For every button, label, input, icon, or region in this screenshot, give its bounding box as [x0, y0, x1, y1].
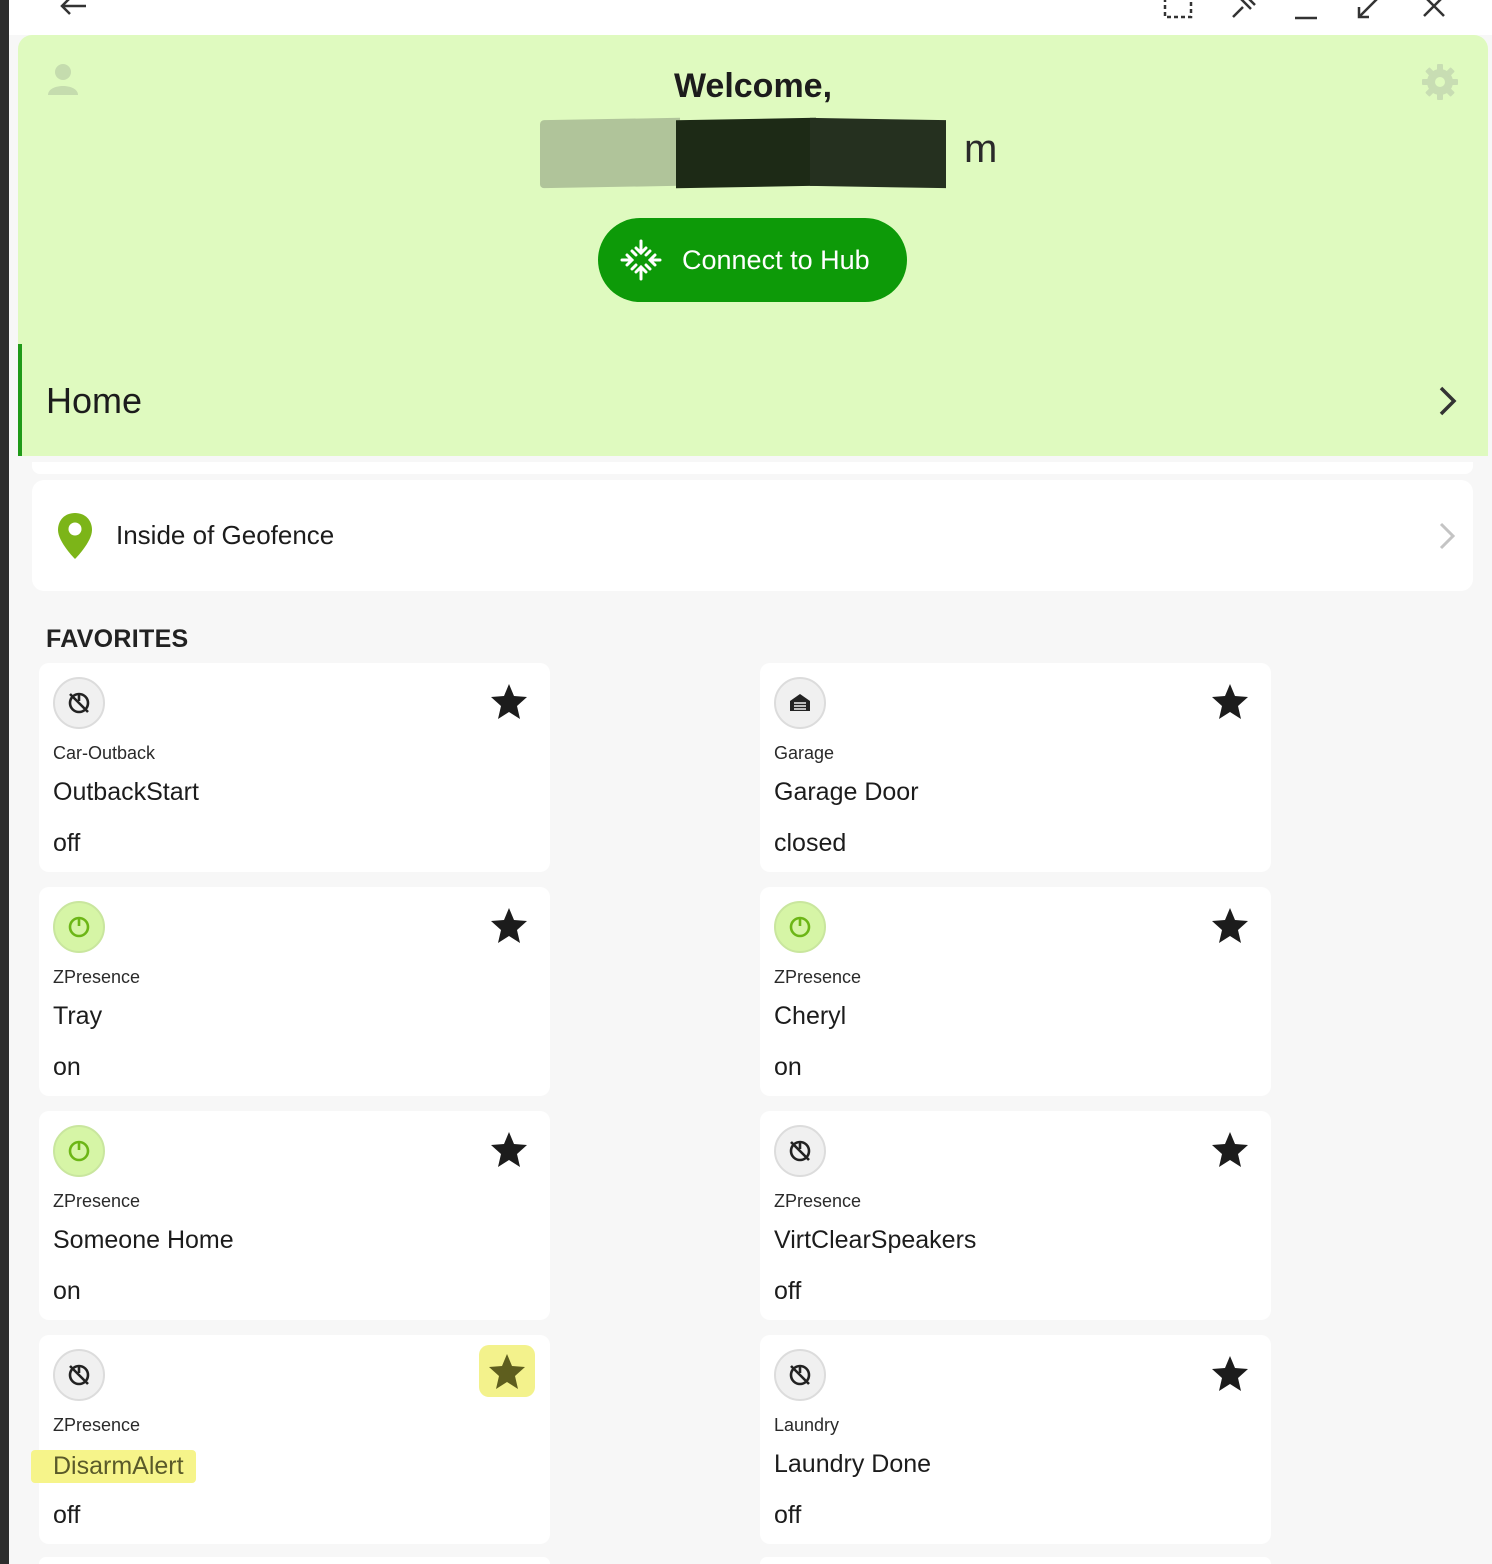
minimize-icon[interactable] — [1286, 0, 1326, 26]
device-icon — [774, 1125, 826, 1177]
device-name: VirtClearSpeakers — [774, 1226, 977, 1254]
power-on-icon — [68, 1140, 90, 1162]
device-state: off — [53, 829, 81, 857]
device-name: Laundry Done — [774, 1450, 932, 1478]
device-room: ZPresence — [774, 1191, 862, 1211]
device-name: Garage Door — [774, 778, 919, 806]
device-room: Laundry — [774, 1415, 840, 1435]
device-state: closed — [774, 829, 847, 857]
chevron-right-icon — [1439, 522, 1456, 550]
title-bar — [9, 0, 1492, 35]
power-on-icon — [68, 916, 90, 938]
connect-to-hub-label: Connect to Hub — [682, 244, 870, 275]
power-off-icon — [789, 1364, 811, 1386]
hub-connect-icon — [620, 239, 662, 281]
power-on-icon — [789, 916, 811, 938]
geofence-status: Inside of Geofence — [116, 520, 335, 550]
favorite-star-icon[interactable] — [489, 1129, 529, 1169]
power-off-icon — [68, 692, 90, 714]
device-room: ZPresence — [53, 1415, 141, 1435]
nav-item-home-label: Home — [46, 380, 143, 421]
favorite-star-icon[interactable] — [479, 1345, 535, 1397]
redacted-name — [676, 117, 816, 189]
device-name: DisarmAlert — [31, 1450, 196, 1483]
device-icon — [774, 1349, 826, 1401]
device-state: on — [774, 1053, 802, 1081]
favorite-star-icon[interactable] — [489, 905, 529, 945]
favorite-card[interactable]: ZPresence Someone Home on — [39, 1111, 550, 1320]
power-off-icon — [789, 1140, 811, 1162]
favorite-card[interactable]: Car-Outback OutbackStart off — [39, 663, 550, 872]
back-arrow-icon[interactable] — [53, 0, 93, 26]
device-icon — [53, 1125, 105, 1177]
chevron-right-icon — [1439, 386, 1457, 416]
location-pin-icon — [58, 513, 92, 559]
device-room: Car-Outback — [53, 743, 156, 763]
resize-icon[interactable] — [1350, 0, 1390, 26]
device-name: Someone Home — [53, 1226, 234, 1254]
window-edge — [0, 0, 9, 1564]
favorite-star-icon[interactable] — [1210, 681, 1250, 721]
favorite-card[interactable]: Garage Garage Door closed — [760, 663, 1271, 872]
favorite-card[interactable]: ZPresence DisarmAlert off — [31, 1335, 550, 1544]
favorite-card[interactable]: ZPresence Tray on — [39, 887, 550, 1096]
favorite-card[interactable]: ZPresence Cheryl on — [760, 887, 1271, 1096]
screenshot-icon[interactable] — [1158, 0, 1198, 26]
device-state: off — [774, 1277, 802, 1305]
device-name: OutbackStart — [53, 778, 199, 806]
device-room: ZPresence — [53, 1191, 141, 1211]
device-state: off — [774, 1501, 802, 1529]
device-icon — [53, 901, 105, 953]
device-room: Garage — [774, 743, 835, 763]
device-icon — [53, 1349, 105, 1401]
divider — [32, 462, 1473, 474]
close-icon[interactable] — [1414, 0, 1454, 26]
favorite-card[interactable] — [39, 1557, 550, 1564]
redacted-name — [540, 117, 680, 189]
active-indicator — [18, 344, 22, 456]
favorite-star-icon[interactable] — [1210, 1353, 1250, 1393]
device-room: ZPresence — [774, 967, 862, 987]
garage-icon — [790, 694, 810, 711]
pin-icon[interactable] — [1222, 0, 1262, 26]
device-name: Cheryl — [774, 1002, 847, 1030]
device-icon — [774, 901, 826, 953]
connect-to-hub-button[interactable]: Connect to Hub — [598, 218, 907, 302]
favorite-card[interactable] — [760, 1557, 1271, 1564]
nav-item-home[interactable]: Home — [18, 344, 1488, 456]
user-name-suffix: m — [964, 127, 998, 171]
favorites-heading: FAVORITES — [46, 625, 189, 653]
welcome-header: Welcome, m Connect to Hub Home — [18, 35, 1488, 456]
welcome-text: Welcome, — [673, 67, 833, 105]
device-icon — [53, 677, 105, 729]
power-off-icon — [68, 1364, 90, 1386]
geofence-row[interactable]: Inside of Geofence — [32, 480, 1473, 591]
device-state: on — [53, 1053, 81, 1081]
favorite-card[interactable]: ZPresence VirtClearSpeakers off — [760, 1111, 1271, 1320]
redacted-name — [810, 117, 946, 189]
device-room: ZPresence — [53, 967, 141, 987]
device-state: on — [53, 1277, 81, 1305]
device-name: Tray — [53, 1002, 103, 1030]
favorite-star-icon[interactable] — [1210, 1129, 1250, 1169]
favorite-star-icon[interactable] — [489, 681, 529, 721]
favorite-card[interactable]: Laundry Laundry Done off — [760, 1335, 1271, 1544]
device-state: off — [53, 1501, 81, 1529]
device-icon — [774, 677, 826, 729]
favorite-star-icon[interactable] — [1210, 905, 1250, 945]
